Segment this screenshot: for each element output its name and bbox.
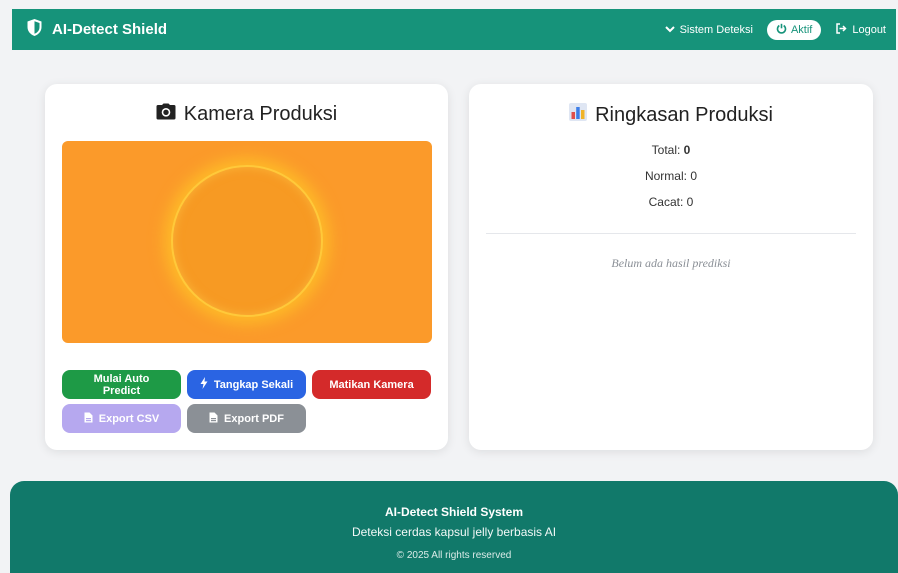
export-pdf-label: Export PDF <box>224 412 284 425</box>
logout-icon <box>835 22 847 37</box>
export-pdf-button[interactable]: Export PDF <box>187 404 306 433</box>
normal-value: 0 <box>690 169 698 183</box>
total-label: Total: <box>651 143 681 157</box>
export-csv-label: Export CSV <box>98 412 160 425</box>
summary-card: Ringkasan Produksi Total: 0 Normal: 0 Ca… <box>469 84 873 450</box>
shield-icon <box>26 18 43 42</box>
status-label: Aktif <box>790 23 813 36</box>
brand[interactable]: AI-Detect Shield <box>26 18 167 42</box>
normal-label: Normal: <box>644 169 687 183</box>
total-value: 0 <box>683 143 691 157</box>
defect-label: Cacat: <box>648 195 684 209</box>
camera-icon <box>156 103 176 126</box>
file-csv-icon <box>84 412 93 426</box>
camera-card-title: Kamera Produksi <box>45 103 448 126</box>
power-icon <box>776 23 787 37</box>
stop-camera-label: Matikan Kamera <box>329 378 414 391</box>
bar-chart-icon <box>569 103 588 127</box>
stop-camera-button[interactable]: Matikan Kamera <box>312 370 431 399</box>
summary-card-title: Ringkasan Produksi <box>469 103 873 127</box>
defect-row: Cacat: 0 <box>469 189 873 215</box>
summary-title-text: Ringkasan Produksi <box>595 103 773 126</box>
logout-button[interactable]: Logout <box>835 22 886 37</box>
capture-once-button[interactable]: Tangkap Sekali <box>187 370 306 399</box>
auto-predict-button[interactable]: Mulai Auto Predict <box>62 370 181 399</box>
auto-predict-label: Mulai Auto Predict <box>93 372 150 397</box>
capture-once-label: Tangkap Sekali <box>213 378 294 391</box>
status-badge[interactable]: Aktif <box>766 19 822 40</box>
empty-prediction-message: Belum ada hasil prediksi <box>611 256 731 270</box>
capsule-detection-circle <box>171 165 323 317</box>
top-navbar: AI-Detect Shield Sistem Deteksi Aktif Lo… <box>12 9 896 50</box>
sistem-deteksi-dropdown[interactable]: Sistem Deteksi <box>664 23 753 36</box>
footer-copyright: © 2025 All rights reserved <box>396 550 512 561</box>
normal-row: Normal: 0 <box>469 163 873 189</box>
sistem-deteksi-label: Sistem Deteksi <box>679 23 753 36</box>
defect-value: 0 <box>686 195 694 209</box>
summary-divider <box>486 233 856 234</box>
footer-title: AI-Detect Shield System <box>384 505 524 519</box>
footer-tagline: Deteksi cerdas kapsul jelly berbasis AI <box>351 525 557 539</box>
logout-label: Logout <box>852 23 886 36</box>
chevron-down-icon <box>664 24 675 36</box>
camera-card: Kamera Produksi Mulai Auto Predict Tangk… <box>45 84 448 450</box>
file-pdf-icon <box>209 412 218 426</box>
total-row: Total: 0 <box>469 137 873 163</box>
export-csv-button[interactable]: Export CSV <box>62 404 181 433</box>
camera-title-text: Kamera Produksi <box>183 103 338 125</box>
summary-stats: Total: 0 Normal: 0 Cacat: 0 <box>469 137 873 215</box>
lightning-icon <box>200 377 208 392</box>
brand-title: AI-Detect Shield <box>52 21 168 38</box>
footer: AI-Detect Shield System Deteksi cerdas k… <box>10 481 898 573</box>
camera-preview <box>62 141 432 343</box>
